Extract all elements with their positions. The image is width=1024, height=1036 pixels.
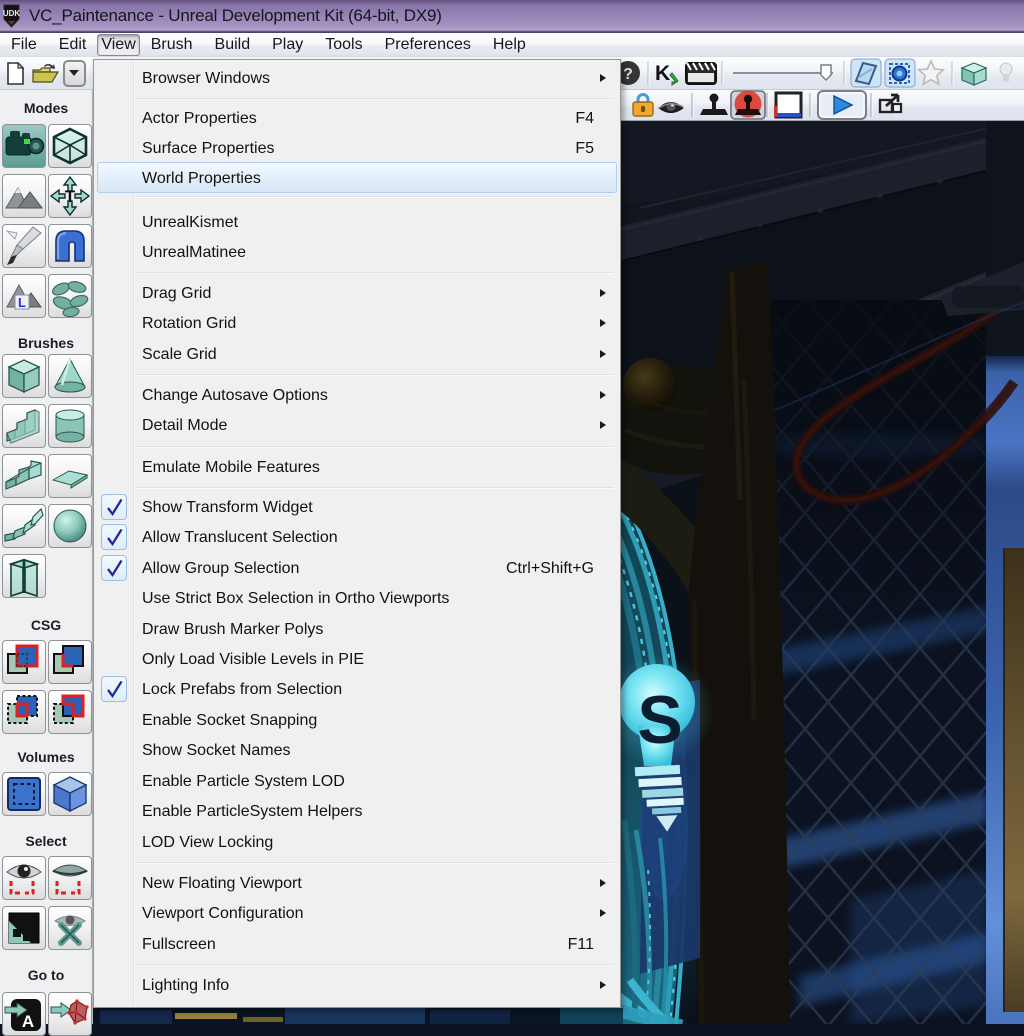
svg-text:S: S (637, 682, 682, 758)
svg-text:A: A (22, 1012, 34, 1031)
svg-text:UDK: UDK (3, 9, 20, 18)
svg-text:K: K (655, 62, 670, 85)
svg-text:L: L (18, 295, 26, 310)
svg-text:?: ? (623, 66, 633, 83)
svg-text:T: T (65, 187, 76, 206)
